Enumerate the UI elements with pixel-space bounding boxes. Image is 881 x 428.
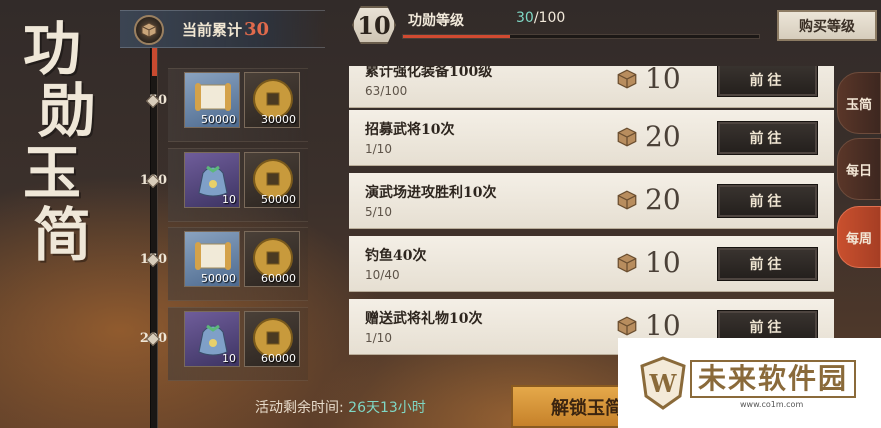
- reward-qty: 10: [222, 352, 236, 365]
- reward-slot[interactable]: 30000: [244, 72, 300, 128]
- title-char: 功: [22, 15, 81, 83]
- task-progress: 1/10: [365, 142, 392, 156]
- go-button[interactable]: 前往: [717, 247, 818, 281]
- task-name: 演武场进攻胜利10次: [365, 185, 497, 201]
- buy-level-button[interactable]: 购买等级: [777, 10, 877, 41]
- task-points: 10: [645, 66, 681, 95]
- reward-slot[interactable]: 10: [184, 152, 240, 208]
- reward-slot[interactable]: 60000: [244, 231, 300, 287]
- remaining-value: 26天13小时: [348, 400, 426, 416]
- reward-slot[interactable]: 60000: [244, 311, 300, 367]
- level-title: 功勋等级: [408, 13, 464, 29]
- svg-text:W: W: [649, 369, 678, 398]
- task-points: 20: [645, 183, 681, 216]
- box-icon: [134, 15, 164, 45]
- remaining-time: 活动剩余时间: 26天13小时: [255, 397, 426, 417]
- reward-row: 50000 60000: [168, 227, 308, 301]
- level-progress-bar: [402, 34, 760, 39]
- task-name: 招募武将10次: [365, 122, 455, 138]
- task-row: 累计强化装备100级 63/100 10 前往: [349, 66, 834, 108]
- box-icon: [617, 253, 637, 273]
- reward-qty: 60000: [261, 352, 296, 365]
- box-icon: [617, 190, 637, 210]
- watermark: W 未来软件园 www.co1m.com: [618, 338, 881, 428]
- level-current: 30: [516, 10, 534, 26]
- task-name: 钓鱼40次: [365, 248, 427, 264]
- reward-slot[interactable]: 50000: [184, 72, 240, 128]
- reward-qty: 10: [222, 193, 236, 206]
- event-title: 功 勋 玉 简: [4, 18, 100, 266]
- level-progress-fill: [403, 35, 510, 38]
- accumulated-text: 当前累计: [182, 21, 243, 39]
- reward-qty: 30000: [261, 113, 296, 126]
- reward-qty: 50000: [201, 113, 236, 126]
- shield-icon: W: [640, 356, 686, 410]
- reward-qty: 50000: [261, 193, 296, 206]
- task-progress: 1/10: [365, 331, 392, 345]
- level-total: /100: [533, 10, 566, 26]
- reward-qty: 50000: [201, 272, 236, 285]
- title-char: 勋: [37, 77, 96, 145]
- tab-jade[interactable]: 玉简: [837, 72, 881, 134]
- level-header: 10 功勋等级 30/100: [350, 4, 760, 44]
- box-icon: [617, 316, 637, 336]
- go-button[interactable]: 前往: [717, 184, 818, 218]
- tab-daily[interactable]: 每日: [837, 138, 881, 200]
- reward-qty: 60000: [261, 272, 296, 285]
- task-row: 钓鱼40次 10/40 10 前往: [349, 236, 834, 292]
- watermark-text: 未来软件园: [690, 360, 857, 398]
- watermark-url: www.co1m.com: [740, 400, 804, 409]
- tab-weekly[interactable]: 每周: [837, 206, 881, 268]
- task-points: 20: [645, 120, 681, 153]
- reward-slot[interactable]: 50000: [184, 231, 240, 287]
- task-points: 10: [645, 246, 681, 279]
- title-char: 简: [32, 201, 91, 269]
- task-row: 演武场进攻胜利10次 5/10 20 前往: [349, 173, 834, 229]
- reward-slot[interactable]: 10: [184, 311, 240, 367]
- task-progress: 63/100: [365, 84, 408, 98]
- accumulated-panel: 当前累计 30: [120, 10, 325, 48]
- reward-row: 10 60000: [168, 307, 308, 381]
- task-name: 赠送武将礼物10次: [365, 311, 483, 327]
- task-name: 累计强化装备100级: [365, 66, 493, 80]
- box-icon: [617, 127, 637, 147]
- reward-row: 50000 30000: [168, 68, 308, 142]
- level-number: 10: [357, 10, 391, 40]
- scroll-icon: [195, 83, 231, 111]
- task-row: 招募武将10次 1/10 20 前往: [349, 110, 834, 166]
- accumulated-label: 当前累计 30: [182, 19, 269, 40]
- box-icon: [617, 69, 637, 89]
- reward-slot[interactable]: 50000: [244, 152, 300, 208]
- level-badge: 10: [352, 6, 396, 44]
- go-button[interactable]: 前往: [717, 121, 818, 155]
- title-char: 玉: [22, 139, 81, 207]
- remaining-label: 活动剩余时间:: [255, 400, 344, 416]
- scroll-icon: [195, 242, 231, 270]
- reward-row: 10 50000: [168, 148, 308, 222]
- task-progress: 5/10: [365, 205, 392, 219]
- accumulated-value: 30: [244, 19, 270, 40]
- task-list[interactable]: 累计强化装备100级 63/100 10 前往 招募武将10次 1/10 20 …: [349, 66, 834, 366]
- game-screen: 功 勋 玉 简 当前累计30 50 100 150 200 50000 3000…: [0, 0, 881, 428]
- go-button[interactable]: 前往: [717, 66, 818, 97]
- level-progress-text: 30/100: [516, 10, 565, 26]
- task-progress: 10/40: [365, 268, 400, 282]
- progress-track-fill: [152, 48, 157, 76]
